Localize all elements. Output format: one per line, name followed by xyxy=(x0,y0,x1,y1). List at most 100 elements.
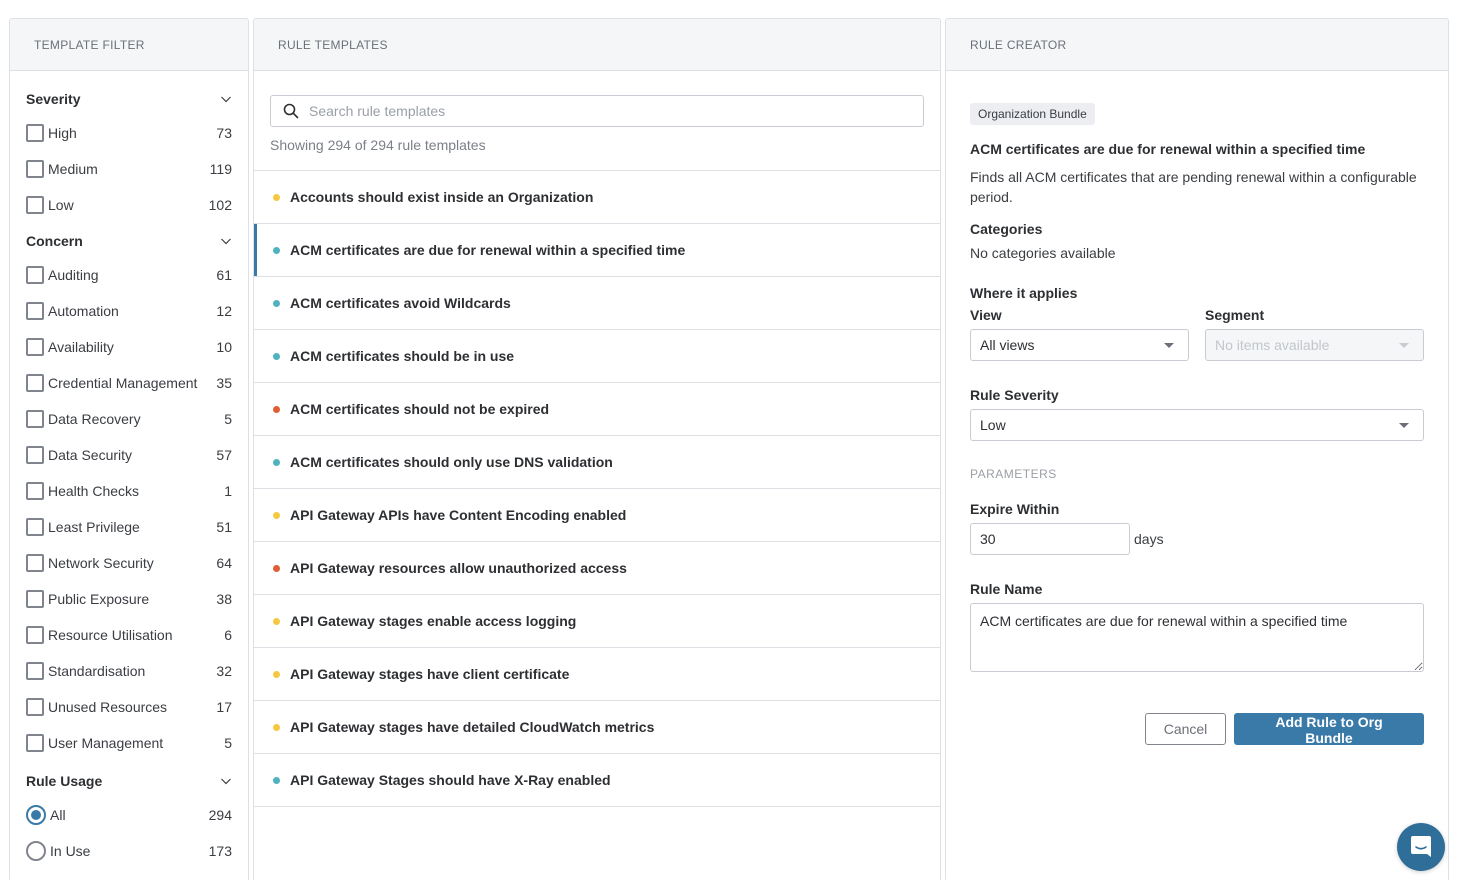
checkbox[interactable] xyxy=(26,338,44,356)
template-row[interactable]: ACM certificates are due for renewal wit… xyxy=(254,224,940,277)
severity-dot-icon xyxy=(273,670,280,678)
checkbox[interactable] xyxy=(26,590,44,608)
search-box[interactable] xyxy=(270,95,924,127)
filter-option-count: 73 xyxy=(216,125,232,141)
filter-option[interactable]: Health Checks 1 xyxy=(26,473,232,509)
expire-unit: days xyxy=(1134,531,1164,547)
template-title: API Gateway stages have detailed CloudWa… xyxy=(290,719,655,735)
template-title: Accounts should exist inside an Organiza… xyxy=(290,189,594,205)
filter-option[interactable]: Availability 10 xyxy=(26,329,232,365)
filter-option-count: 102 xyxy=(208,197,232,213)
chevron-down-icon[interactable] xyxy=(220,775,232,787)
template-row[interactable]: API Gateway Stages should have X-Ray ena… xyxy=(254,754,940,807)
filter-group-label: Concern xyxy=(26,233,83,249)
template-row[interactable]: ACM certificates should be in use xyxy=(254,330,940,383)
template-title: ACM certificates avoid Wildcards xyxy=(290,295,511,311)
view-select[interactable]: All views xyxy=(970,329,1189,361)
template-title: API Gateway stages enable access logging xyxy=(290,613,577,629)
template-row[interactable]: ACM certificates should only use DNS val… xyxy=(254,436,940,489)
filter-option-count: 51 xyxy=(216,519,232,535)
filter-option[interactable]: Medium 119 xyxy=(26,151,232,187)
filter-option[interactable]: Data Security 57 xyxy=(26,437,232,473)
filter-option-label: In Use xyxy=(50,843,91,859)
filter-option[interactable]: All 294 xyxy=(26,797,232,833)
filter-option-count: 35 xyxy=(216,375,232,391)
filter-option[interactable]: Network Security 64 xyxy=(26,545,232,581)
template-list: Accounts should exist inside an Organiza… xyxy=(254,171,940,807)
checkbox[interactable] xyxy=(26,698,44,716)
template-row[interactable]: ACM certificates should not be expired xyxy=(254,383,940,436)
filter-option[interactable]: Auditing 61 xyxy=(26,257,232,293)
checkbox[interactable] xyxy=(26,374,44,392)
checkbox[interactable] xyxy=(26,266,44,284)
filter-group-title[interactable]: Severity xyxy=(26,89,232,109)
filter-option[interactable]: Data Recovery 5 xyxy=(26,401,232,437)
rule-name-textarea[interactable] xyxy=(970,603,1424,672)
severity-dot-icon xyxy=(273,405,280,413)
search-input[interactable] xyxy=(309,103,911,119)
creator-body: Organization Bundle ACM certificates are… xyxy=(946,71,1448,746)
template-row[interactable]: API Gateway stages have detailed CloudWa… xyxy=(254,701,940,754)
template-row[interactable]: API Gateway stages enable access logging xyxy=(254,595,940,648)
filter-group-title[interactable]: Rule Usage xyxy=(26,771,232,791)
segment-select: No items available xyxy=(1205,329,1424,361)
cancel-button[interactable]: Cancel xyxy=(1145,713,1226,745)
filter-option-count: 38 xyxy=(216,591,232,607)
checkbox[interactable] xyxy=(26,482,44,500)
radio-button[interactable] xyxy=(26,805,46,825)
filter-option-label: Automation xyxy=(48,303,119,319)
checkbox[interactable] xyxy=(26,554,44,572)
filter-option[interactable]: Credential Management 35 xyxy=(26,365,232,401)
filter-option[interactable]: High 73 xyxy=(26,115,232,151)
filter-group-rule-usage: Rule Usage All 294 In Use 173 xyxy=(26,771,232,869)
template-row[interactable]: Accounts should exist inside an Organiza… xyxy=(254,171,940,224)
chevron-down-icon[interactable] xyxy=(220,235,232,247)
filter-option-count: 61 xyxy=(216,267,232,283)
caret-down-icon xyxy=(1399,422,1409,428)
segment-label: Segment xyxy=(1205,307,1265,323)
filter-option[interactable]: Standardisation 32 xyxy=(26,653,232,689)
rule-severity-select[interactable]: Low xyxy=(970,409,1424,441)
filter-option[interactable]: Resource Utilisation 6 xyxy=(26,617,232,653)
filter-option-label: Public Exposure xyxy=(48,591,150,607)
checkbox[interactable] xyxy=(26,160,44,178)
filter-option-count: 1 xyxy=(224,483,232,499)
filter-option-count: 6 xyxy=(224,627,232,643)
add-rule-button[interactable]: Add Rule to Org Bundle xyxy=(1234,713,1424,746)
filter-option-count: 173 xyxy=(208,843,232,859)
checkbox[interactable] xyxy=(26,302,44,320)
chevron-down-icon[interactable] xyxy=(220,93,232,105)
checkbox[interactable] xyxy=(26,662,44,680)
rule-templates-panel: RULE TEMPLATES Showing 294 of 294 rule t… xyxy=(253,18,941,880)
template-row[interactable]: API Gateway resources allow unauthorized… xyxy=(254,542,940,595)
filter-option[interactable]: Least Privilege 51 xyxy=(26,509,232,545)
checkbox[interactable] xyxy=(26,734,44,752)
filter-option[interactable]: User Management 5 xyxy=(26,725,232,761)
radio-button[interactable] xyxy=(26,841,46,861)
filter-group-title[interactable]: Concern xyxy=(26,231,232,251)
filter-option-label: Medium xyxy=(48,161,98,177)
checkbox[interactable] xyxy=(26,626,44,644)
filter-option-count: 294 xyxy=(208,807,232,823)
checkbox[interactable] xyxy=(26,518,44,536)
segment-select-value: No items available xyxy=(1215,337,1330,353)
template-row[interactable]: ACM certificates avoid Wildcards xyxy=(254,277,940,330)
template-title: ACM certificates should be in use xyxy=(290,348,515,364)
filter-option-label: Health Checks xyxy=(48,483,140,499)
filter-option[interactable]: Unused Resources 17 xyxy=(26,689,232,725)
chat-launcher-button[interactable] xyxy=(1397,823,1445,871)
checkbox[interactable] xyxy=(26,446,44,464)
filter-option-count: 57 xyxy=(216,447,232,463)
template-title: API Gateway stages have client certifica… xyxy=(290,666,570,682)
checkbox[interactable] xyxy=(26,124,44,142)
filter-option[interactable]: Automation 12 xyxy=(26,293,232,329)
filter-option[interactable]: Public Exposure 38 xyxy=(26,581,232,617)
checkbox[interactable] xyxy=(26,410,44,428)
checkbox[interactable] xyxy=(26,196,44,214)
rule-description: Finds all ACM certificates that are pend… xyxy=(970,169,1417,205)
template-row[interactable]: API Gateway APIs have Content Encoding e… xyxy=(254,489,940,542)
filter-option[interactable]: Low 102 xyxy=(26,187,232,223)
filter-option[interactable]: In Use 173 xyxy=(26,833,232,869)
template-row[interactable]: API Gateway stages have client certifica… xyxy=(254,648,940,701)
expire-within-input[interactable] xyxy=(970,523,1130,555)
